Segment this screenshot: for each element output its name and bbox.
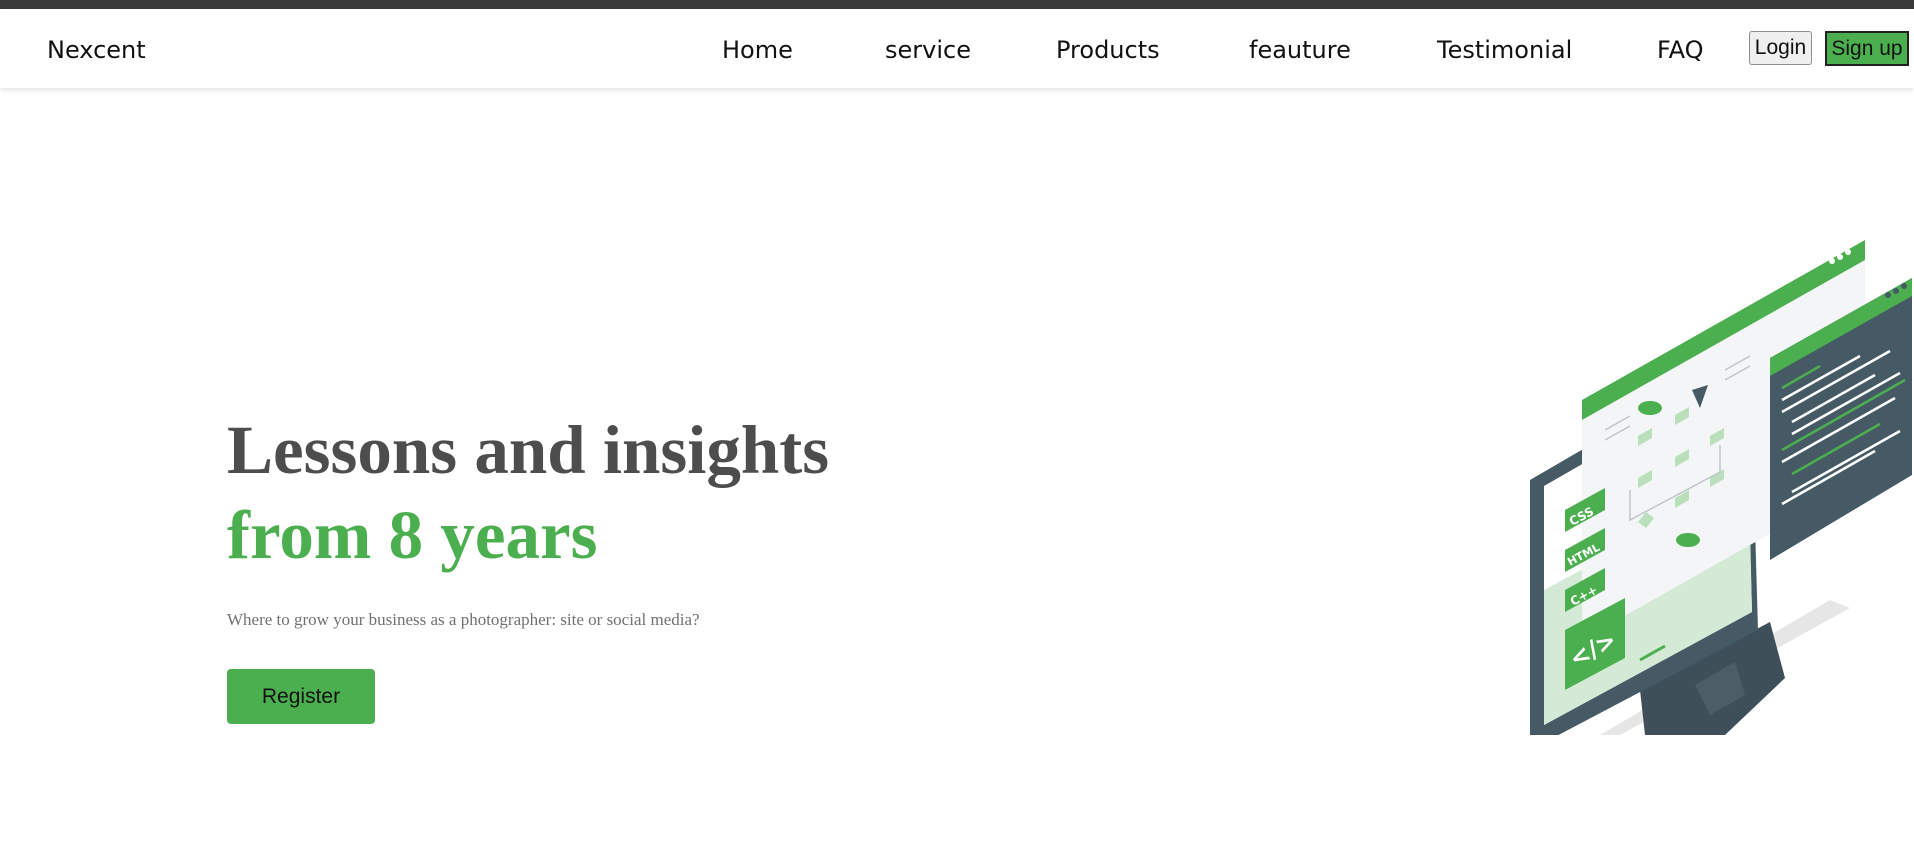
illustration-svg: CSS HTML C++ </> <box>1530 240 1912 735</box>
nav-feature[interactable]: feauture <box>1249 36 1351 64</box>
monitor-code-illustration: CSS HTML C++ </> <box>1520 230 1914 735</box>
navbar: Nexcent Home service Products feauture T… <box>0 9 1914 88</box>
register-button[interactable]: Register <box>227 669 375 724</box>
signup-button[interactable]: Sign up <box>1825 31 1909 66</box>
nav-service[interactable]: service <box>885 36 971 64</box>
hero-title-line2: from 8 years <box>227 497 598 573</box>
nav-home[interactable]: Home <box>722 36 793 64</box>
nav-faq[interactable]: FAQ <box>1657 36 1704 64</box>
login-button[interactable]: Login <box>1749 31 1812 65</box>
top-dark-bar <box>0 0 1914 9</box>
hero-title: Lessons and insights from 8 years <box>227 408 829 578</box>
hero-title-line1: Lessons and insights <box>227 412 830 488</box>
brand-logo[interactable]: Nexcent <box>47 36 146 64</box>
nav-products[interactable]: Products <box>1056 36 1160 64</box>
nav-testimonial[interactable]: Testimonial <box>1437 36 1572 64</box>
hero-subtitle: Where to grow your business as a photogr… <box>227 610 700 629</box>
